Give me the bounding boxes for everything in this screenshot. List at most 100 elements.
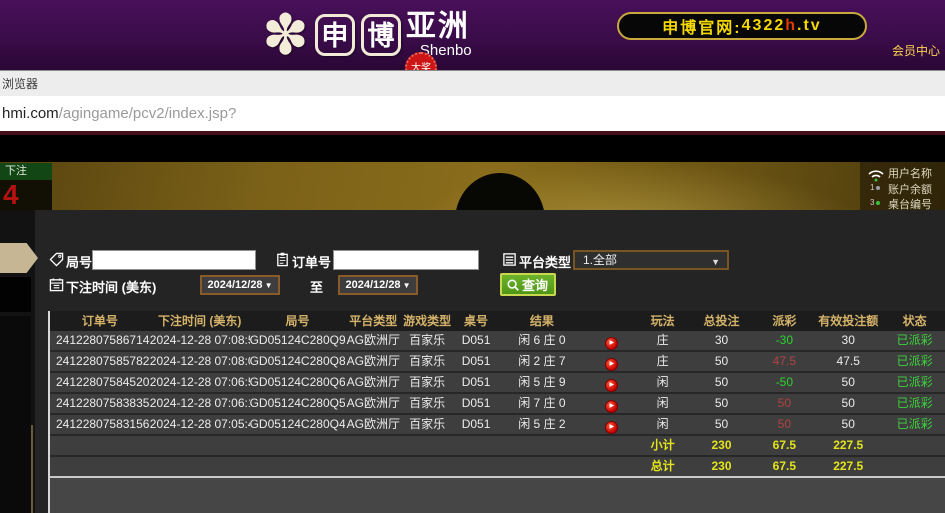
cell-play: 闲 bbox=[639, 415, 687, 434]
cell-game: 百家乐 bbox=[401, 415, 453, 434]
table-body: 2412280758671402024-12-28 07:08:57GD0512… bbox=[50, 331, 945, 478]
chevron-down-icon: ▼ bbox=[265, 281, 273, 290]
table-row: 2412280758578252024-12-28 07:08:06GD0512… bbox=[50, 352, 945, 371]
date-from-picker[interactable]: 2024/12/28▼ bbox=[200, 275, 280, 295]
cell-valid: 30 bbox=[812, 331, 884, 350]
bet-countdown: 4 bbox=[0, 180, 52, 210]
cell-time: 2024-12-28 07:06:17 bbox=[150, 394, 250, 413]
official-site-banner: 申博官网: 4322h.tv bbox=[617, 12, 867, 40]
cell-order: 241228075838353 bbox=[50, 394, 150, 413]
cell-game: 百家乐 bbox=[401, 394, 453, 413]
chevron-down-icon: ▼ bbox=[711, 254, 720, 270]
cell-replay: ▶ bbox=[585, 331, 639, 350]
platform-type-select[interactable]: 1.全部 ▼ bbox=[573, 250, 729, 270]
browser-titlebar: 浏览器 bbox=[0, 70, 945, 96]
round-no-input[interactable] bbox=[92, 250, 256, 270]
tag-icon bbox=[49, 252, 64, 267]
grand-total-row-valid: 227.5 bbox=[812, 457, 884, 476]
balance-label: 账户余额 bbox=[888, 181, 932, 197]
clipboard-icon bbox=[275, 252, 290, 267]
cell-payout: -30 bbox=[756, 331, 812, 350]
cell-time: 2024-12-28 07:06:57 bbox=[150, 373, 250, 392]
column-header: 桌号 bbox=[453, 311, 499, 331]
cell-round: GD05124C280Q4 bbox=[250, 415, 346, 434]
cell-round: GD05124C280Q5 bbox=[250, 394, 346, 413]
cell-table_no: D051 bbox=[453, 415, 499, 434]
date-to-picker[interactable]: 2024/12/28▼ bbox=[338, 275, 418, 295]
cell-order: 241228075845202 bbox=[50, 373, 150, 392]
cell-platform: AG欧洲厅 bbox=[345, 352, 401, 371]
bet-history-table: 订单号下注时间 (美东)局号平台类型游戏类型桌号结果玩法总投注派彩有效投注额状态… bbox=[48, 311, 945, 513]
cell-table_no: D051 bbox=[453, 373, 499, 392]
brand-logo: ✽ 申 博 亚洲 Shenbo bbox=[262, 0, 472, 70]
replay-play-icon[interactable]: ▶ bbox=[605, 421, 618, 434]
user-name-label: 用户名称 bbox=[888, 165, 932, 181]
cell-total: 50 bbox=[687, 373, 757, 392]
cell-play: 闲 bbox=[639, 373, 687, 392]
cell-valid: 50 bbox=[812, 415, 884, 434]
cell-table_no: D051 bbox=[453, 352, 499, 371]
row-separator bbox=[50, 476, 945, 478]
site-header: ✽ 申 博 亚洲 Shenbo 大奖 申博官网: 4322h.tv 会员中心 bbox=[0, 0, 945, 70]
platform-list-icon bbox=[502, 252, 517, 267]
side-brown-line bbox=[31, 425, 33, 513]
flower-logo-icon: ✽ bbox=[262, 5, 309, 65]
cell-replay: ▶ bbox=[585, 415, 639, 434]
calendar-icon bbox=[49, 277, 64, 292]
search-button[interactable]: 查询 bbox=[500, 273, 556, 296]
cell-payout: -50 bbox=[756, 373, 812, 392]
subtotal-row-status bbox=[884, 436, 945, 455]
url-path: /agingame/pcv2/index.jsp? bbox=[59, 105, 237, 122]
order-no-input[interactable] bbox=[333, 250, 479, 270]
official-site-label: 申博官网: bbox=[662, 14, 741, 38]
cell-time: 2024-12-28 07:05:40 bbox=[150, 415, 250, 434]
column-header: 局号 bbox=[250, 311, 346, 331]
summary-spacer bbox=[50, 436, 639, 455]
table-row: 2412280758315632024-12-28 07:05:40GD0512… bbox=[50, 415, 945, 434]
bet-time-label: 下注时间 (美东) bbox=[66, 277, 156, 296]
replay-play-icon[interactable]: ▶ bbox=[605, 400, 618, 413]
cell-play: 庄 bbox=[639, 352, 687, 371]
logo-char-shen: 申 bbox=[315, 14, 355, 56]
cell-replay: ▶ bbox=[585, 373, 639, 392]
grand-total-row-label: 总计 bbox=[639, 457, 687, 476]
cell-play: 闲 bbox=[639, 394, 687, 413]
cell-payout: 50 bbox=[756, 415, 812, 434]
cell-order: 241228075831563 bbox=[50, 415, 150, 434]
column-header: 游戏类型 bbox=[401, 311, 453, 331]
cell-status: 已派彩 bbox=[884, 331, 945, 350]
member-center-link[interactable]: 会员中心 bbox=[892, 42, 940, 59]
cell-replay: ▶ bbox=[585, 394, 639, 413]
official-site-number: 4322 bbox=[742, 17, 786, 35]
table-row: 2412280758452022024-12-28 07:06:57GD0512… bbox=[50, 373, 945, 392]
search-button-label: 查询 bbox=[522, 275, 548, 294]
column-header: 状态 bbox=[884, 311, 945, 331]
cell-game: 百家乐 bbox=[401, 373, 453, 392]
cell-total: 30 bbox=[687, 331, 757, 350]
subtotal-row-label: 小计 bbox=[639, 436, 687, 455]
replay-play-icon[interactable]: ▶ bbox=[605, 379, 618, 392]
cell-result: 闲 7 庄 0 bbox=[499, 394, 585, 413]
side-block-1 bbox=[0, 277, 31, 312]
cell-valid: 50 bbox=[812, 373, 884, 392]
round-no-label: 局号 bbox=[66, 252, 92, 271]
official-site-tld: .tv bbox=[797, 17, 822, 35]
replay-play-icon[interactable]: ▶ bbox=[605, 337, 618, 350]
cell-result: 闲 2 庄 7 bbox=[499, 352, 585, 371]
chevron-down-icon: ▼ bbox=[403, 281, 411, 290]
table-header-row: 订单号下注时间 (美东)局号平台类型游戏类型桌号结果玩法总投注派彩有效投注额状态 bbox=[50, 311, 945, 331]
grand-total-row-payout: 67.5 bbox=[756, 457, 812, 476]
cell-result: 闲 5 庄 9 bbox=[499, 373, 585, 392]
table-number-label: 桌台编号 bbox=[888, 196, 932, 210]
replay-play-icon[interactable]: ▶ bbox=[605, 358, 618, 371]
cell-round: GD05124C280Q9 bbox=[250, 331, 346, 350]
cell-result: 闲 6 庄 0 bbox=[499, 331, 585, 350]
cell-total: 50 bbox=[687, 352, 757, 371]
url-bar[interactable]: hmi.com/agingame/pcv2/index.jsp? bbox=[0, 96, 945, 131]
cell-platform: AG欧洲厅 bbox=[345, 331, 401, 350]
logo-char-bo: 博 bbox=[361, 14, 401, 56]
cell-order: 241228075857825 bbox=[50, 352, 150, 371]
cell-play: 庄 bbox=[639, 331, 687, 350]
column-header: 订单号 bbox=[50, 311, 150, 331]
logo-region-text: 亚洲 bbox=[406, 11, 472, 43]
